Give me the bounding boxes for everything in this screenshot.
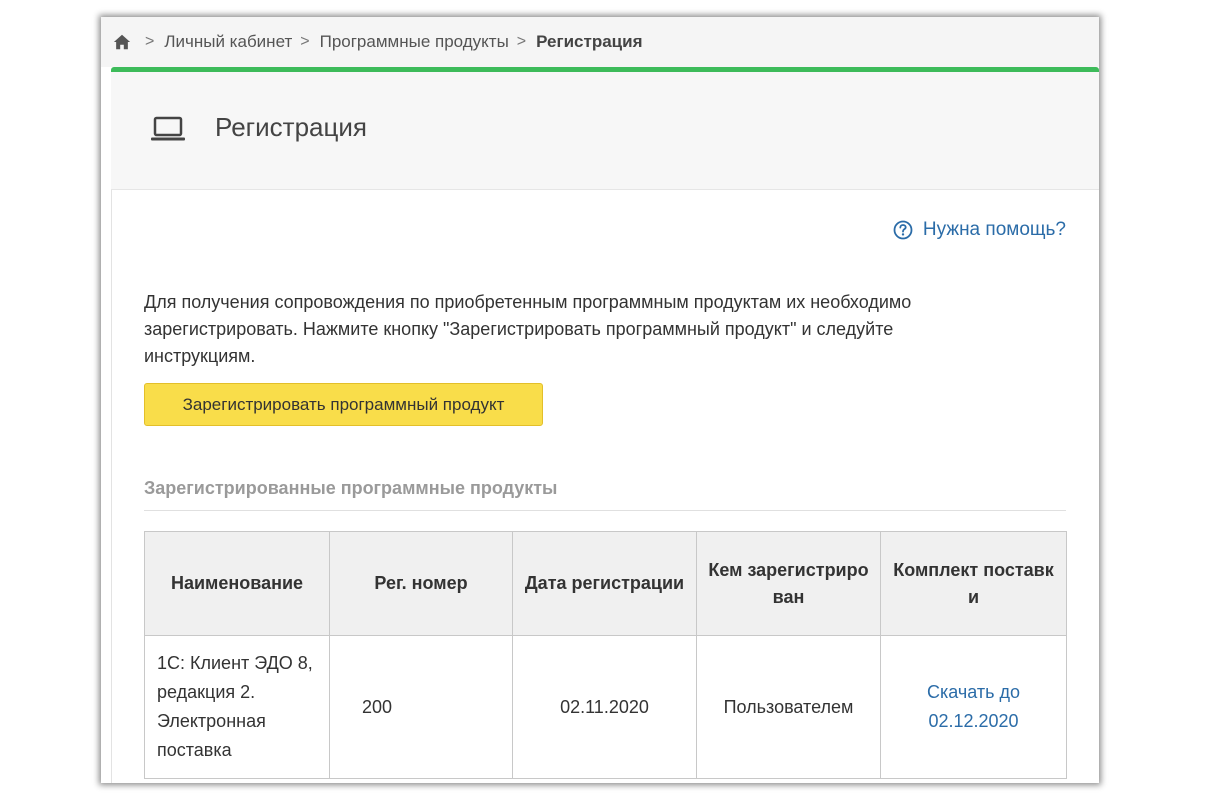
cell-reg-number-link[interactable]: 200	[329, 635, 513, 779]
section-divider	[144, 510, 1066, 511]
section-title: Зарегистрированные программные продукты	[144, 478, 558, 498]
breadcrumb-item-cabinet[interactable]: Личный кабинет	[164, 32, 292, 52]
cell-registration-date: 02.11.2020	[512, 635, 697, 779]
page-title: Регистрация	[215, 112, 367, 142]
breadcrumb-separator: >	[516, 33, 527, 50]
breadcrumb: > Личный кабинет > Программные продукты …	[101, 17, 1099, 67]
cell-registered-by: Пользователем	[696, 635, 881, 779]
panel-border	[111, 190, 112, 783]
breadcrumb-current: Регистрация	[536, 32, 643, 51]
intro-text: Для получения сопровождения по приобрете…	[144, 292, 912, 366]
help-link[interactable]: Нужна помощь?	[893, 219, 1066, 241]
register-product-button[interactable]: Зарегистрировать программный продукт	[144, 383, 543, 426]
table-row: 1С: Клиент ЭДО 8, редакция 2. Электронна…	[144, 635, 1067, 779]
cell-product-name: 1С: Клиент ЭДО 8, редакция 2. Электронна…	[144, 635, 330, 779]
column-header-reg-number: Рег. номер	[329, 531, 513, 636]
column-header-kit: Комплект поставки	[880, 531, 1067, 636]
breadcrumb-separator: >	[300, 33, 310, 50]
help-label: Нужна помощь?	[922, 219, 1066, 240]
breadcrumb-separator: >	[145, 33, 155, 50]
column-header-date: Дата регистрации	[512, 531, 697, 636]
home-icon[interactable]	[113, 33, 131, 51]
column-header-registered-by: Кем зарегистрирован	[696, 531, 881, 636]
breadcrumb-item-products[interactable]: Программные продукты	[320, 32, 509, 52]
question-circle-icon	[893, 220, 913, 240]
browser-page: > Личный кабинет > Программные продукты …	[101, 17, 1099, 783]
table-header-row: Наименование Рег. номер Дата регистрации…	[144, 531, 1067, 636]
cell-kit: Скачать до 02.12.2020	[880, 635, 1067, 779]
panel-header: Регистрация	[111, 72, 1099, 190]
download-link[interactable]: Скачать до 02.12.2020	[927, 682, 1020, 731]
laptop-icon	[151, 116, 185, 141]
column-header-name: Наименование	[144, 531, 330, 636]
products-table: Наименование Рег. номер Дата регистрации…	[144, 531, 1067, 779]
